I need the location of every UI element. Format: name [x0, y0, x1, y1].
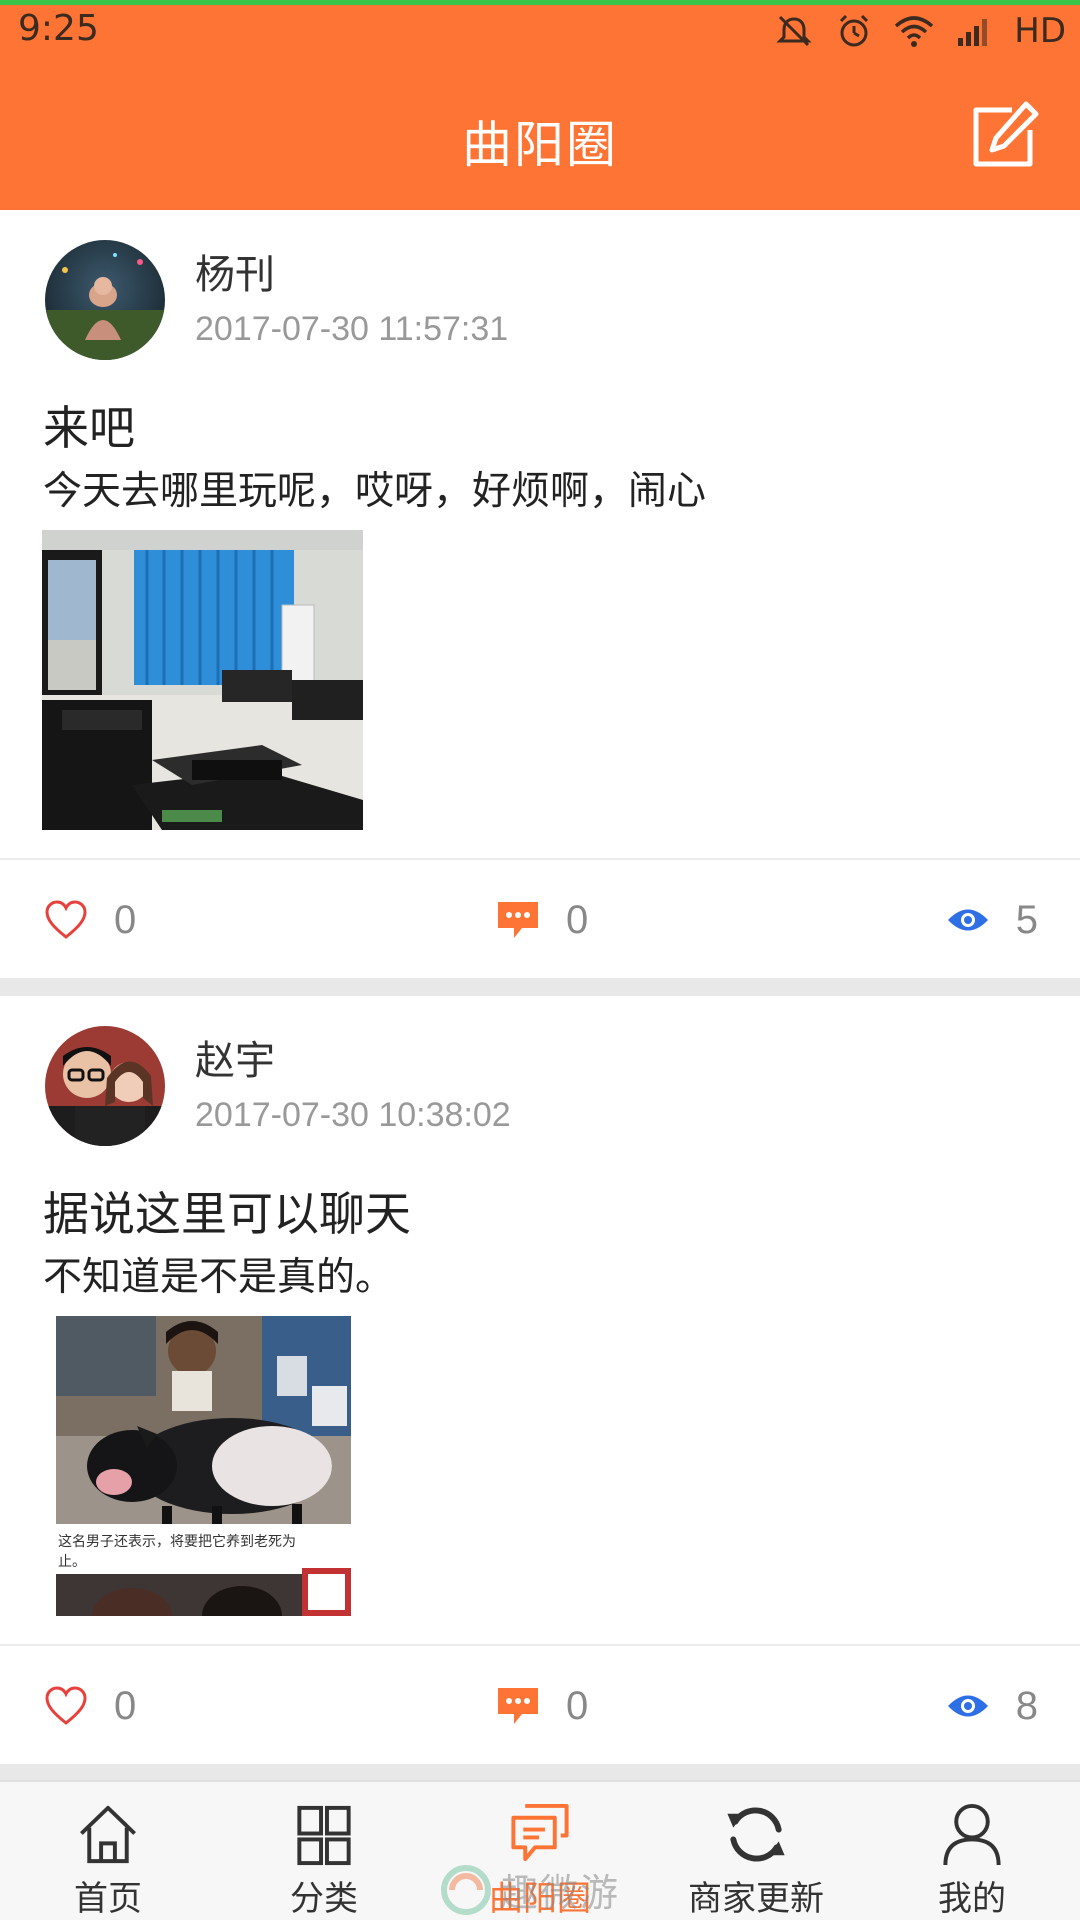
status-progress-line — [0, 0, 1080, 5]
chat-bubbles-icon — [511, 1803, 569, 1862]
view-stat: 5 — [946, 890, 1038, 950]
wifi-icon — [894, 14, 934, 48]
vibrate-off-icon — [774, 13, 814, 49]
comment-button[interactable]: 0 — [496, 890, 588, 950]
bottom-nav: 首页 分类 曲阳圈 商家更新 我的 — [0, 1780, 1080, 1920]
heart-icon — [45, 1686, 87, 1725]
nav-label: 首页 — [74, 1879, 142, 1919]
home-icon — [80, 1805, 136, 1864]
avatar[interactable] — [45, 240, 165, 360]
post-card[interactable]: 赵宇 2017-07-30 10:38:02 据说这里可以聊天 不知道是不是真的… — [0, 996, 1080, 1764]
comment-count: 0 — [566, 897, 589, 942]
eye-icon — [947, 909, 988, 931]
post-timestamp: 2017-07-30 11:57:31 — [195, 310, 509, 348]
author-name[interactable]: 杨刊 — [195, 242, 275, 300]
header-bar: 9:25 HD 曲阳圈 — [0, 0, 1080, 210]
author-name[interactable]: 赵宇 — [195, 1028, 275, 1086]
avatar[interactable] — [45, 1026, 165, 1146]
like-button[interactable]: 0 — [44, 890, 136, 950]
nav-item-mine[interactable]: 我的 — [864, 1782, 1080, 1920]
post-title: 据说这里可以聊天 — [43, 1187, 411, 1241]
signal-icon — [956, 16, 992, 46]
nav-label: 曲阳圈 — [489, 1879, 591, 1919]
like-button[interactable]: 0 — [44, 1676, 136, 1736]
heart-icon — [45, 900, 87, 939]
divider — [0, 858, 1080, 860]
comment-icon — [498, 1688, 538, 1724]
app-screen: 9:25 HD 曲阳圈 杨刊 2017-07-30 11:57:31 来吧 今天… — [0, 0, 1080, 1920]
post-title: 来吧 — [43, 401, 135, 455]
status-icons: HD — [774, 6, 1066, 56]
view-count: 5 — [1015, 897, 1038, 942]
alarm-icon — [836, 13, 872, 49]
post-body: 今天去哪里玩呢，哎呀，好烦啊，闹心 — [43, 469, 707, 514]
post-feed[interactable]: 杨刊 2017-07-30 11:57:31 来吧 今天去哪里玩呢，哎呀，好烦啊… — [0, 210, 1080, 1780]
like-count: 0 — [114, 1683, 137, 1728]
like-count: 0 — [114, 897, 137, 942]
status-time: 9:25 — [18, 8, 99, 49]
divider — [0, 1644, 1080, 1646]
post-separator — [0, 978, 1080, 996]
grid-icon — [297, 1805, 351, 1866]
view-count: 8 — [1015, 1683, 1038, 1728]
compose-button[interactable] — [968, 100, 1040, 172]
person-icon — [943, 1803, 1001, 1866]
nav-label: 我的 — [938, 1879, 1006, 1919]
network-type: HD — [1014, 11, 1066, 51]
edit-icon — [973, 101, 1039, 167]
nav-item-circle[interactable]: 曲阳圈 — [432, 1782, 648, 1920]
post-image[interactable] — [42, 530, 363, 830]
image-caption-line: 止。 — [58, 1554, 86, 1570]
nav-label: 分类 — [290, 1879, 358, 1919]
comment-icon — [498, 902, 538, 938]
nav-item-category[interactable]: 分类 — [216, 1782, 432, 1920]
nav-item-home[interactable]: 首页 — [0, 1782, 216, 1920]
eye-icon — [947, 1695, 988, 1717]
page-title: 曲阳圈 — [462, 116, 618, 174]
nav-label: 商家更新 — [688, 1879, 824, 1919]
post-body: 不知道是不是真的。 — [43, 1255, 395, 1300]
image-caption-line: 这名男子还表示，将要把它养到老死为 — [58, 1533, 296, 1550]
post-image[interactable]: 这名男子还表示，将要把它养到老死为 止。 — [42, 1316, 363, 1616]
comment-count: 0 — [566, 1683, 589, 1728]
comment-button[interactable]: 0 — [496, 1676, 588, 1736]
nav-item-merchant-updates[interactable]: 商家更新 — [648, 1782, 864, 1920]
refresh-icon — [727, 1807, 785, 1862]
view-stat: 8 — [946, 1676, 1038, 1736]
post-separator — [0, 1764, 1080, 1780]
post-timestamp: 2017-07-30 10:38:02 — [195, 1096, 511, 1134]
post-card[interactable]: 杨刊 2017-07-30 11:57:31 来吧 今天去哪里玩呢，哎呀，好烦啊… — [0, 210, 1080, 978]
